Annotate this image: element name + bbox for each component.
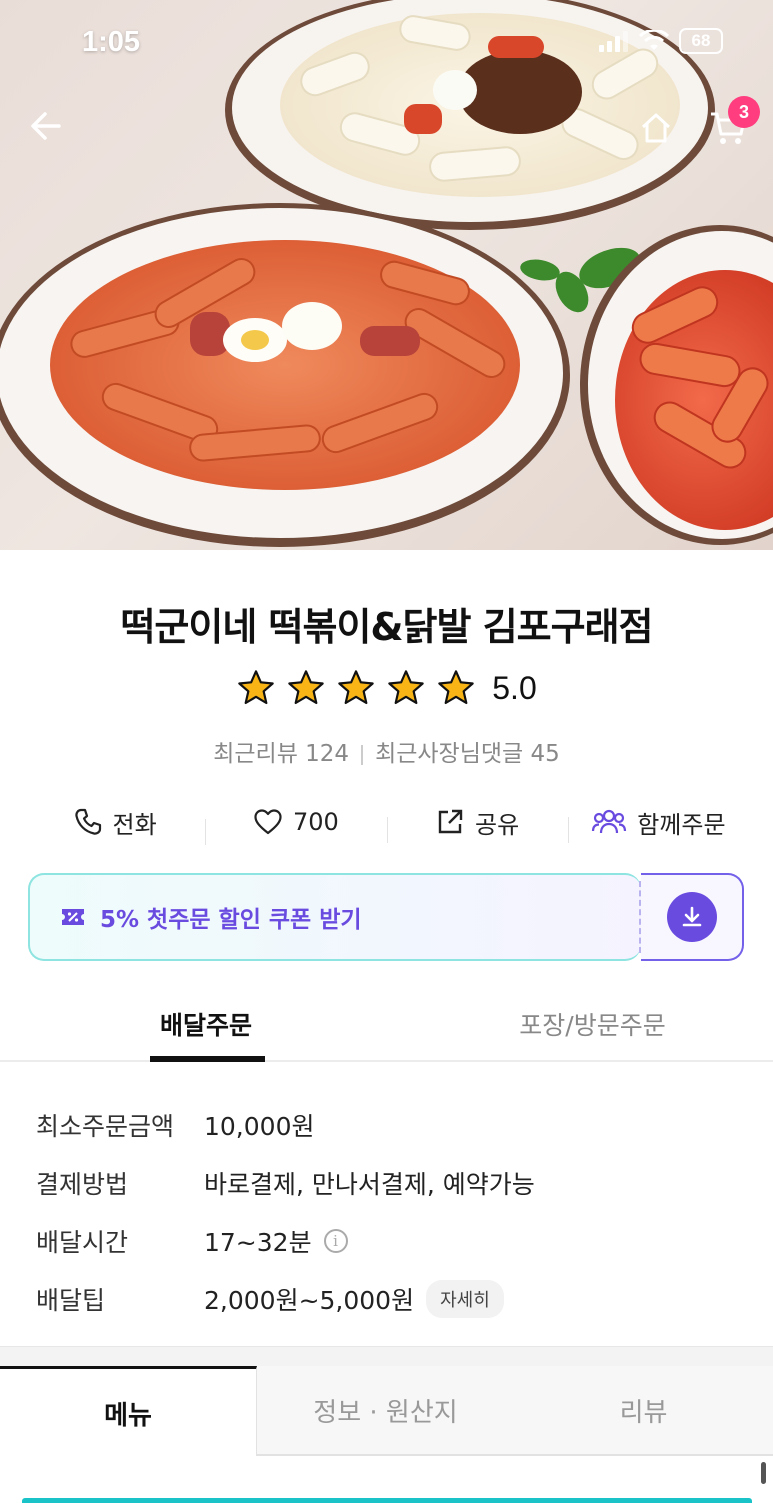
section-divider xyxy=(0,1346,773,1366)
action-row: 전화 700 공유 함께주문 xyxy=(24,796,749,848)
group-order-button[interactable]: 함께주문 xyxy=(567,805,749,843)
share-icon xyxy=(438,809,463,834)
tab-delivery-label: 배달주문 xyxy=(159,1011,252,1040)
review-summary[interactable]: 최근리뷰 124 최근사장님댓글 45 xyxy=(0,734,773,768)
delivery-time-value: 17~32분 xyxy=(204,1228,312,1257)
status-icons: 68 xyxy=(599,28,723,54)
like-button[interactable]: 700 xyxy=(205,807,386,845)
battery-indicator: 68 xyxy=(679,28,723,54)
status-bar: 1:05 68 xyxy=(0,0,773,90)
min-order-row: 최소주문금액 10,000원 xyxy=(36,1096,736,1154)
delivery-info: 최소주문금액 10,000원 결제방법 바로결제, 만나서결제, 예약가능 배달… xyxy=(36,1096,736,1328)
status-time: 1:05 xyxy=(82,26,141,58)
tab-pickup-label: 포장/방문주문 xyxy=(519,1011,666,1040)
signal-icon xyxy=(599,31,628,52)
download-icon xyxy=(666,892,717,942)
tab-pickup[interactable]: 포장/방문주문 xyxy=(412,990,773,1060)
star-icon xyxy=(438,670,474,705)
coupon-icon xyxy=(62,909,84,925)
wifi-icon xyxy=(639,30,669,50)
delivery-tip-label: 배달팁 xyxy=(36,1286,106,1315)
rating-row[interactable]: 5.0 xyxy=(0,668,773,708)
recent-reviews-count: 최근리뷰 124 xyxy=(213,741,350,767)
delivery-tip-wrap: 2,000원~5,000원 자세히 xyxy=(204,1280,504,1318)
info-icon[interactable]: i xyxy=(323,1229,348,1253)
heart-icon xyxy=(254,809,282,835)
store-content-tabs: 메뉴 정보 · 원산지 리뷰 xyxy=(0,1366,773,1456)
payment-label: 결제방법 xyxy=(36,1170,129,1199)
coupon-label: 5% 첫주문 할인 쿠폰 받기 xyxy=(100,907,362,933)
call-label: 전화 xyxy=(112,810,157,839)
store-name: 떡군이네 떡볶이&닭발 김포구래점 xyxy=(120,605,653,649)
divider xyxy=(361,744,364,765)
rating-value: 5.0 xyxy=(492,669,537,706)
next-section-edge xyxy=(22,1498,752,1503)
tab-delivery[interactable]: 배달주문 xyxy=(0,990,412,1062)
coupon-download-button[interactable] xyxy=(641,873,744,961)
delivery-time-row: 배달시간 17~32분 i xyxy=(36,1212,736,1270)
like-count: 700 xyxy=(292,808,339,836)
home-button[interactable] xyxy=(634,106,678,150)
phone-icon xyxy=(74,808,101,835)
call-button[interactable]: 전화 xyxy=(24,805,205,840)
scrollbar[interactable] xyxy=(761,1462,766,1484)
coupon-body[interactable]: 5% 첫주문 할인 쿠폰 받기 xyxy=(28,873,641,961)
order-type-tabs: 배달주문 포장/방문주문 xyxy=(0,990,773,1062)
payment-row: 결제방법 바로결제, 만나서결제, 예약가능 xyxy=(36,1154,736,1212)
back-button[interactable] xyxy=(24,104,68,148)
tip-detail-button[interactable]: 자세히 xyxy=(426,1280,504,1318)
delivery-tip-row: 배달팁 2,000원~5,000원 자세히 xyxy=(36,1270,736,1328)
group-users-icon xyxy=(592,809,627,834)
group-order-label: 함께주문 xyxy=(637,810,726,839)
payment-value: 바로결제, 만나서결제, 예약가능 xyxy=(204,1170,535,1199)
star-icon xyxy=(388,670,424,705)
first-order-coupon[interactable]: 5% 첫주문 할인 쿠폰 받기 xyxy=(28,873,744,961)
back-arrow-icon xyxy=(31,112,61,140)
star-icon xyxy=(288,670,324,705)
store-hero-image: 1:05 68 3 xyxy=(0,0,773,550)
share-label: 공유 xyxy=(475,810,520,839)
delivery-time-label: 배달시간 xyxy=(36,1228,129,1257)
owner-replies-count: 최근사장님댓글 45 xyxy=(375,741,560,767)
delivery-time-wrap: 17~32분 i xyxy=(204,1223,348,1259)
star-icon xyxy=(338,670,374,705)
min-order-value: 10,000원 xyxy=(204,1112,315,1141)
tab-menu[interactable]: 메뉴 xyxy=(0,1366,257,1456)
tab-reviews[interactable]: 리뷰 xyxy=(514,1366,773,1456)
tab-info-origin[interactable]: 정보 · 원산지 xyxy=(257,1366,514,1456)
min-order-label: 최소주문금액 xyxy=(36,1112,175,1141)
active-tab-indicator xyxy=(150,1056,265,1062)
star-icon xyxy=(238,670,274,705)
cart-count-badge: 3 xyxy=(728,96,760,128)
delivery-tip-value: 2,000원~5,000원 xyxy=(204,1286,415,1315)
home-icon xyxy=(641,113,671,143)
share-button[interactable]: 공유 xyxy=(386,805,568,843)
